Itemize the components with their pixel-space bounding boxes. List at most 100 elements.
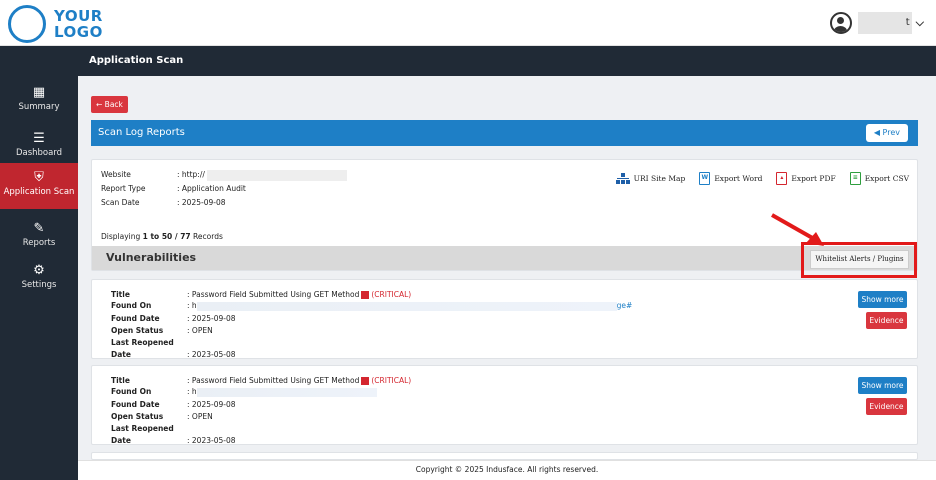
dashboard-icon: ☰ xyxy=(33,131,45,146)
page-title: Application Scan xyxy=(78,46,936,76)
report-type-label: Report Type xyxy=(101,184,146,193)
found-date-label: Found Date xyxy=(111,314,160,323)
logo-line1: YOUR xyxy=(54,7,103,25)
evidence-button[interactable]: Evidence xyxy=(866,398,907,415)
severity-square-icon xyxy=(361,291,370,299)
main-content: ← Back Scan Log Reports ◀ Prev Website : … xyxy=(78,76,936,460)
word-file-icon: W xyxy=(699,172,711,185)
vulnerability-card: Title: Password Field Submitted Using GE… xyxy=(91,279,918,359)
vulnerabilities-title: Vulnerabilities xyxy=(106,251,197,264)
report-type-value: : Application Audit xyxy=(177,184,246,193)
redacted-url xyxy=(206,169,347,181)
sidebar-item-label: Dashboard xyxy=(15,148,63,158)
sidebar-item-reports[interactable]: ✎ Reports xyxy=(0,214,78,260)
user-name[interactable]: t xyxy=(857,12,912,34)
found-on-link-tail[interactable]: ge# xyxy=(617,301,633,310)
vulnerability-card: Title: Password Field Submitted Using GE… xyxy=(91,365,918,445)
vuln-title-value: : Password Field Submitted Using GET Met… xyxy=(187,376,360,385)
found-date-value: : 2025-09-08 xyxy=(187,314,236,323)
export-word-link[interactable]: W Export Word xyxy=(699,172,762,185)
open-status-value: : OPEN xyxy=(187,326,213,335)
website-value: : http:// xyxy=(177,170,205,179)
evidence-button[interactable]: Evidence xyxy=(866,312,907,329)
uri-site-map-link[interactable]: URI Site Map xyxy=(615,172,686,185)
highlight-box: Whitelist Alerts / Plugins xyxy=(801,242,917,278)
severity-badge: (CRITICAL) xyxy=(371,290,412,299)
severity-square-icon xyxy=(361,377,370,385)
sidebar-item-label: Summary xyxy=(18,102,60,112)
vuln-reopened-row: Last Reopened Date: 2023-05-08 xyxy=(111,423,236,445)
sidebar-item-summary[interactable]: ▦ Summary xyxy=(0,78,78,124)
open-status-label: Open Status xyxy=(111,326,164,335)
sitemap-icon xyxy=(615,172,630,185)
export-pdf-link[interactable]: ▴ Export PDF xyxy=(776,172,836,185)
sidebar-item-application-scan[interactable]: ⛨ Application Scan xyxy=(0,163,78,209)
website-label: Website xyxy=(101,170,131,179)
export-csv-link[interactable]: ≡ Export CSV xyxy=(849,172,909,185)
company-logo[interactable]: YOUR LOGO xyxy=(8,5,108,43)
vuln-reopened-row: Last Reopened Date : 2023-05-08 xyxy=(111,337,236,359)
csv-file-icon: ≡ xyxy=(849,172,861,185)
website-row: Website : http:// xyxy=(101,168,347,181)
scan-date-row: Scan Date : 2025-09-08 xyxy=(101,196,226,209)
prev-button[interactable]: ◀ Prev xyxy=(865,124,908,142)
reopened-value: : 2023-05-08 xyxy=(187,436,236,445)
vuln-found-on-row: Found On : h xyxy=(111,386,377,398)
open-status-value: : OPEN xyxy=(187,412,213,421)
reopened-value: : 2023-05-08 xyxy=(187,350,236,359)
vuln-found-date-row: Found Date : 2025-09-08 xyxy=(111,313,236,325)
summary-icon: ▦ xyxy=(32,85,46,100)
pdf-file-icon: ▴ xyxy=(776,172,788,185)
vuln-title-value: : Password Field Submitted Using GET Met… xyxy=(187,290,360,299)
reopened-label: Last Reopened Date xyxy=(111,338,174,359)
vuln-found-on-row: Found On : h ge# xyxy=(111,300,632,312)
top-header: YOUR LOGO t ⌵ xyxy=(0,0,936,46)
scan-date-value: : 2025-09-08 xyxy=(177,198,226,207)
chevron-down-icon[interactable]: ⌵ xyxy=(916,16,924,30)
sidebar: ▦ Summary ☰ Dashboard ⛨ Application Scan… xyxy=(0,46,78,480)
sidebar-item-label: Application Scan xyxy=(3,187,75,197)
logo-line2: LOGO xyxy=(54,23,103,41)
user-avatar-icon[interactable] xyxy=(829,12,852,34)
records-count: Displaying 1 to 50 / 77 Records xyxy=(101,232,223,241)
found-on-label: Found On xyxy=(111,387,152,396)
scan-date-label: Scan Date xyxy=(101,198,140,207)
show-more-button[interactable]: Show more xyxy=(858,291,907,308)
records-prefix: Displaying xyxy=(101,232,143,241)
uri-site-map-label: URI Site Map xyxy=(633,174,686,183)
back-button[interactable]: ← Back xyxy=(91,96,128,113)
whitelist-alerts-button[interactable]: Whitelist Alerts / Plugins xyxy=(810,250,909,269)
user-menu[interactable]: t ⌵ xyxy=(829,10,924,36)
found-date-label: Found Date xyxy=(111,400,160,409)
section-title: Scan Log Reports xyxy=(98,127,185,138)
records-suffix: Records xyxy=(190,232,223,241)
redacted-link[interactable] xyxy=(196,301,617,311)
found-on-label: Found On xyxy=(111,301,152,310)
logo-circle-icon xyxy=(8,5,46,43)
found-on-value: : h xyxy=(187,387,197,396)
edit-icon: ✎ xyxy=(33,221,45,236)
redacted-link[interactable] xyxy=(196,387,377,397)
show-more-button[interactable]: Show more xyxy=(858,377,907,394)
export-pdf-label: Export PDF xyxy=(791,174,836,183)
vulnerability-card xyxy=(91,452,918,460)
severity-badge: (CRITICAL) xyxy=(371,376,412,385)
sidebar-item-settings[interactable]: ⚙ Settings xyxy=(0,256,78,302)
vuln-open-status-row: Open Status : OPEN xyxy=(111,411,213,423)
export-csv-label: Export CSV xyxy=(864,174,909,183)
open-status-label: Open Status xyxy=(111,412,164,421)
shield-icon: ⛨ xyxy=(34,170,44,185)
found-on-value: : h xyxy=(187,301,197,310)
vuln-found-date-row: Found Date: 2025-09-08 xyxy=(111,399,236,411)
logo-text: YOUR LOGO xyxy=(54,8,103,40)
section-header: Scan Log Reports ◀ Prev xyxy=(91,120,918,146)
report-type-row: Report Type : Application Audit xyxy=(101,182,246,195)
footer-copyright: Copyright © 2025 Indusface. All rights r… xyxy=(78,460,936,480)
vuln-open-status-row: Open Status : OPEN xyxy=(111,325,213,337)
sidebar-item-label: Settings xyxy=(21,280,57,290)
records-range: 1 to 50 / 77 xyxy=(142,232,191,241)
export-word-label: Export Word xyxy=(714,174,763,183)
gear-icon: ⚙ xyxy=(33,263,45,278)
export-actions: URI Site Map W Export Word ▴ Export PDF … xyxy=(602,172,909,185)
sidebar-item-label: Reports xyxy=(22,238,56,248)
